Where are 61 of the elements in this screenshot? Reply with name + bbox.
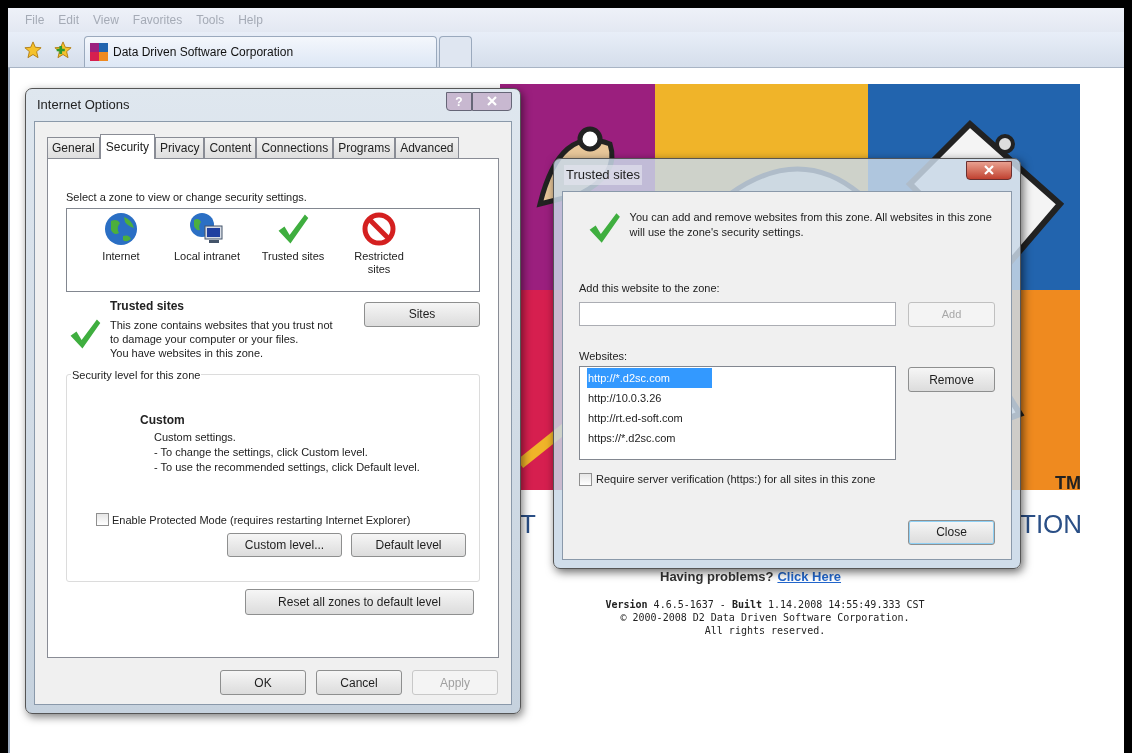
- version-text: All rights reserved.: [704, 624, 826, 637]
- tab[interactable]: Connections: [256, 137, 334, 158]
- level-description: - To change the settings, click Custom level.: [154, 444, 369, 460]
- website-input-field[interactable]: [579, 302, 896, 326]
- close-button[interactable]: [472, 91, 512, 111]
- close-button[interactable]: [966, 160, 1012, 180]
- checkbox-label: Enable Protected Mode (requires restarting Internet Explorer): [112, 512, 411, 528]
- checkbox-label: Require server verification (https:) for all sites in this zone: [596, 472, 876, 487]
- tab[interactable]: Content: [204, 137, 257, 158]
- level-description: - To use the recommended settings, click Default level.: [154, 459, 421, 475]
- list-label: Websites:: [579, 348, 629, 364]
- globe-monitor-icon: [188, 211, 226, 246]
- site-icon: [90, 43, 108, 61]
- checkbox[interactable]: [579, 472, 592, 486]
- zone-status: You have websites in this zone.: [110, 345, 265, 360]
- zone-item[interactable]: Local intranet: [165, 211, 249, 263]
- tab-title: Data Driven Software Corporation: [113, 44, 294, 61]
- zone-item[interactable]: Trusted sites: [251, 211, 335, 263]
- tab[interactable]: Advanced: [395, 137, 459, 158]
- tab[interactable]: Programs: [333, 137, 396, 158]
- banner-text: T: [520, 508, 536, 541]
- zone-item[interactable]: Internet: [79, 211, 163, 263]
- browser-tab[interactable]: Data Driven Software Corporation: [84, 36, 437, 67]
- dialog-button[interactable]: Cancel: [316, 670, 402, 695]
- globe-icon: [104, 211, 138, 246]
- sites-button[interactable]: Sites: [364, 301, 480, 327]
- remove-button[interactable]: Remove: [908, 367, 995, 392]
- version-text: © 2000-2008 D2 Data Driven Software Corporation.: [620, 611, 910, 624]
- version-text: Version 4.6.5-1637 - Built 1.14.2008 14:55:49.333 CST: [605, 598, 925, 611]
- level-button[interactable]: Default level: [351, 533, 466, 557]
- zone-item[interactable]: Restricted sites: [337, 211, 421, 276]
- tab[interactable]: General: [47, 137, 100, 158]
- website-item[interactable]: http://10.0.3.26: [587, 388, 663, 408]
- close-icon: [984, 165, 994, 175]
- help-link[interactable]: Click Here: [777, 567, 841, 587]
- close-icon: [487, 96, 497, 106]
- help-text: Having problems?: [660, 568, 774, 586]
- close-dialog-button[interactable]: Close: [908, 519, 995, 545]
- tab[interactable]: Security: [99, 134, 156, 159]
- zone-description: This zone contains websites that you trust not to damage your computer or your files.: [110, 317, 334, 346]
- dialog-button[interactable]: OK: [220, 670, 306, 695]
- new-tab-button[interactable]: [439, 36, 472, 67]
- star-icon[interactable]: [24, 41, 42, 59]
- zone-prompt: Select a zone to view or change security settings.: [66, 190, 308, 205]
- checkbox[interactable]: [96, 513, 109, 527]
- level-button[interactable]: Custom level...: [227, 533, 342, 557]
- intro-text: You can add and remove websites from this zone. All websites in this zone will use the zone's security settings.: [629, 210, 993, 240]
- window-title: Trusted sites: [564, 165, 642, 185]
- tab[interactable]: Privacy: [155, 137, 205, 158]
- banner-text: TION: [1020, 508, 1083, 541]
- level-description: Custom settings.: [154, 429, 237, 445]
- window-title: Internet Options: [37, 96, 130, 115]
- field-label: Add this website to the zone:: [579, 281, 721, 296]
- zone-title: Trusted sites: [110, 297, 186, 315]
- website-item[interactable]: http://rt.ed-soft.com: [587, 408, 684, 428]
- add-star-icon[interactable]: [54, 41, 72, 59]
- website-item[interactable]: https://*.d2sc.com: [587, 428, 677, 448]
- trademark: TM: [1055, 472, 1081, 495]
- reset-button[interactable]: Reset all zones to default level: [245, 588, 474, 615]
- level-name: Custom: [140, 411, 186, 429]
- no-entry-icon: [362, 211, 396, 246]
